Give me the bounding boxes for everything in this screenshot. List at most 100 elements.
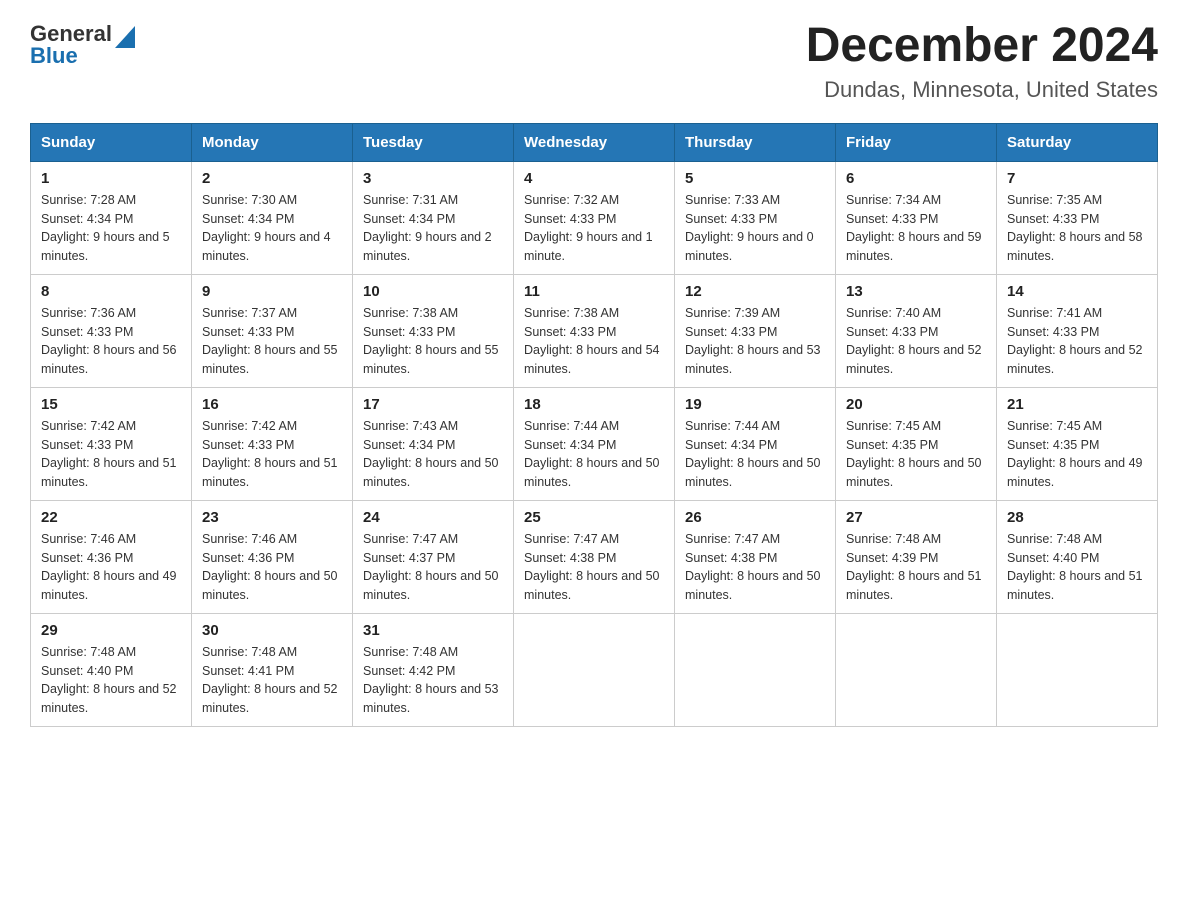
table-row: 21 Sunrise: 7:45 AMSunset: 4:35 PMDaylig… [997,387,1158,500]
weekday-header-row: Sunday Monday Tuesday Wednesday Thursday… [31,123,1158,161]
day-info: Sunrise: 7:28 AMSunset: 4:34 PMDaylight:… [41,191,181,266]
table-row: 2 Sunrise: 7:30 AMSunset: 4:34 PMDayligh… [192,161,353,274]
day-info: Sunrise: 7:33 AMSunset: 4:33 PMDaylight:… [685,191,825,266]
table-row [675,613,836,726]
day-info: Sunrise: 7:30 AMSunset: 4:34 PMDaylight:… [202,191,342,266]
day-info: Sunrise: 7:42 AMSunset: 4:33 PMDaylight:… [41,417,181,492]
calendar-subtitle: Dundas, Minnesota, United States [806,77,1158,103]
day-number: 15 [41,396,181,413]
calendar-week-row: 22 Sunrise: 7:46 AMSunset: 4:36 PMDaylig… [31,500,1158,613]
day-number: 30 [202,622,342,639]
logo-arrow-icon [115,22,135,48]
day-number: 12 [685,283,825,300]
day-number: 19 [685,396,825,413]
day-number: 14 [1007,283,1147,300]
day-number: 1 [41,170,181,187]
day-number: 18 [524,396,664,413]
header-tuesday: Tuesday [353,123,514,161]
calendar-table: Sunday Monday Tuesday Wednesday Thursday… [30,123,1158,727]
table-row: 23 Sunrise: 7:46 AMSunset: 4:36 PMDaylig… [192,500,353,613]
day-info: Sunrise: 7:31 AMSunset: 4:34 PMDaylight:… [363,191,503,266]
table-row: 16 Sunrise: 7:42 AMSunset: 4:33 PMDaylig… [192,387,353,500]
table-row: 4 Sunrise: 7:32 AMSunset: 4:33 PMDayligh… [514,161,675,274]
day-info: Sunrise: 7:37 AMSunset: 4:33 PMDaylight:… [202,304,342,379]
table-row: 3 Sunrise: 7:31 AMSunset: 4:34 PMDayligh… [353,161,514,274]
day-info: Sunrise: 7:47 AMSunset: 4:37 PMDaylight:… [363,530,503,605]
day-info: Sunrise: 7:48 AMSunset: 4:42 PMDaylight:… [363,643,503,718]
table-row: 27 Sunrise: 7:48 AMSunset: 4:39 PMDaylig… [836,500,997,613]
day-number: 25 [524,509,664,526]
day-number: 4 [524,170,664,187]
table-row: 25 Sunrise: 7:47 AMSunset: 4:38 PMDaylig… [514,500,675,613]
day-info: Sunrise: 7:44 AMSunset: 4:34 PMDaylight:… [685,417,825,492]
table-row: 19 Sunrise: 7:44 AMSunset: 4:34 PMDaylig… [675,387,836,500]
table-row: 28 Sunrise: 7:48 AMSunset: 4:40 PMDaylig… [997,500,1158,613]
header-monday: Monday [192,123,353,161]
day-info: Sunrise: 7:47 AMSunset: 4:38 PMDaylight:… [685,530,825,605]
header-friday: Friday [836,123,997,161]
day-number: 24 [363,509,503,526]
day-info: Sunrise: 7:39 AMSunset: 4:33 PMDaylight:… [685,304,825,379]
table-row: 11 Sunrise: 7:38 AMSunset: 4:33 PMDaylig… [514,274,675,387]
day-number: 28 [1007,509,1147,526]
day-info: Sunrise: 7:43 AMSunset: 4:34 PMDaylight:… [363,417,503,492]
day-number: 11 [524,283,664,300]
day-info: Sunrise: 7:48 AMSunset: 4:40 PMDaylight:… [1007,530,1147,605]
day-info: Sunrise: 7:42 AMSunset: 4:33 PMDaylight:… [202,417,342,492]
day-number: 23 [202,509,342,526]
header-sunday: Sunday [31,123,192,161]
day-number: 31 [363,622,503,639]
table-row: 1 Sunrise: 7:28 AMSunset: 4:34 PMDayligh… [31,161,192,274]
day-info: Sunrise: 7:41 AMSunset: 4:33 PMDaylight:… [1007,304,1147,379]
table-row: 26 Sunrise: 7:47 AMSunset: 4:38 PMDaylig… [675,500,836,613]
day-number: 29 [41,622,181,639]
day-info: Sunrise: 7:34 AMSunset: 4:33 PMDaylight:… [846,191,986,266]
calendar-week-row: 1 Sunrise: 7:28 AMSunset: 4:34 PMDayligh… [31,161,1158,274]
day-number: 8 [41,283,181,300]
day-info: Sunrise: 7:46 AMSunset: 4:36 PMDaylight:… [202,530,342,605]
day-info: Sunrise: 7:32 AMSunset: 4:33 PMDaylight:… [524,191,664,266]
table-row: 22 Sunrise: 7:46 AMSunset: 4:36 PMDaylig… [31,500,192,613]
day-info: Sunrise: 7:45 AMSunset: 4:35 PMDaylight:… [846,417,986,492]
table-row: 17 Sunrise: 7:43 AMSunset: 4:34 PMDaylig… [353,387,514,500]
table-row: 18 Sunrise: 7:44 AMSunset: 4:34 PMDaylig… [514,387,675,500]
day-number: 7 [1007,170,1147,187]
day-number: 26 [685,509,825,526]
day-info: Sunrise: 7:44 AMSunset: 4:34 PMDaylight:… [524,417,664,492]
day-number: 5 [685,170,825,187]
day-number: 16 [202,396,342,413]
table-row [997,613,1158,726]
day-number: 20 [846,396,986,413]
table-row: 14 Sunrise: 7:41 AMSunset: 4:33 PMDaylig… [997,274,1158,387]
table-row: 8 Sunrise: 7:36 AMSunset: 4:33 PMDayligh… [31,274,192,387]
header-saturday: Saturday [997,123,1158,161]
table-row [514,613,675,726]
day-number: 13 [846,283,986,300]
day-info: Sunrise: 7:40 AMSunset: 4:33 PMDaylight:… [846,304,986,379]
day-info: Sunrise: 7:48 AMSunset: 4:41 PMDaylight:… [202,643,342,718]
table-row: 20 Sunrise: 7:45 AMSunset: 4:35 PMDaylig… [836,387,997,500]
day-number: 22 [41,509,181,526]
table-row: 7 Sunrise: 7:35 AMSunset: 4:33 PMDayligh… [997,161,1158,274]
day-info: Sunrise: 7:35 AMSunset: 4:33 PMDaylight:… [1007,191,1147,266]
day-number: 2 [202,170,342,187]
day-info: Sunrise: 7:48 AMSunset: 4:40 PMDaylight:… [41,643,181,718]
calendar-week-row: 15 Sunrise: 7:42 AMSunset: 4:33 PMDaylig… [31,387,1158,500]
header-thursday: Thursday [675,123,836,161]
calendar-week-row: 29 Sunrise: 7:48 AMSunset: 4:40 PMDaylig… [31,613,1158,726]
table-row: 6 Sunrise: 7:34 AMSunset: 4:33 PMDayligh… [836,161,997,274]
table-row: 15 Sunrise: 7:42 AMSunset: 4:33 PMDaylig… [31,387,192,500]
table-row [836,613,997,726]
day-info: Sunrise: 7:47 AMSunset: 4:38 PMDaylight:… [524,530,664,605]
title-block: December 2024 Dundas, Minnesota, United … [806,20,1158,103]
table-row: 13 Sunrise: 7:40 AMSunset: 4:33 PMDaylig… [836,274,997,387]
day-info: Sunrise: 7:36 AMSunset: 4:33 PMDaylight:… [41,304,181,379]
day-info: Sunrise: 7:38 AMSunset: 4:33 PMDaylight:… [524,304,664,379]
table-row: 10 Sunrise: 7:38 AMSunset: 4:33 PMDaylig… [353,274,514,387]
day-info: Sunrise: 7:48 AMSunset: 4:39 PMDaylight:… [846,530,986,605]
day-number: 17 [363,396,503,413]
day-number: 6 [846,170,986,187]
calendar-title: December 2024 [806,20,1158,73]
day-info: Sunrise: 7:45 AMSunset: 4:35 PMDaylight:… [1007,417,1147,492]
table-row: 30 Sunrise: 7:48 AMSunset: 4:41 PMDaylig… [192,613,353,726]
